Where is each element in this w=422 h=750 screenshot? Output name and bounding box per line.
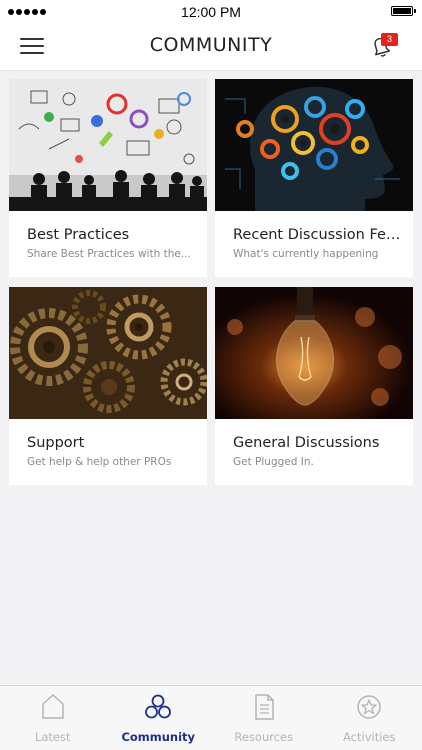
tab-label: Activities — [343, 730, 396, 744]
tab-label: Resources — [234, 730, 294, 744]
app-header: COMMUNITY 3 — [0, 24, 422, 71]
card-support[interactable]: Support Get help & help other PROs — [9, 287, 207, 485]
status-bar: 12:00 PM — [0, 0, 422, 24]
gears-image — [9, 287, 207, 419]
card-title: General Discussions — [233, 435, 380, 451]
card-title: Recent Discussion Fee... — [233, 227, 403, 243]
tab-latest[interactable]: Latest — [0, 686, 106, 750]
card-best-practices[interactable]: Best Practices Share Best Practices with… — [9, 79, 207, 277]
card-general-discussions[interactable]: General Discussions Get Plugged In. — [215, 287, 413, 485]
tab-activities[interactable]: Activities — [317, 686, 422, 750]
card-recent-discussion-feed[interactable]: Recent Discussion Fee... What's currentl… — [215, 79, 413, 277]
status-time: 12:00 PM — [181, 4, 241, 20]
notification-badge: 3 — [381, 33, 398, 46]
card-subtitle: Get help & help other PROs — [27, 456, 172, 468]
gear-head-image — [215, 79, 413, 211]
card-subtitle: Get Plugged In. — [233, 456, 314, 468]
notifications-button[interactable]: 3 — [366, 32, 398, 62]
light-bulb-image — [215, 287, 413, 419]
community-circles-icon — [145, 694, 172, 719]
card-subtitle: What's currently happening — [233, 248, 379, 260]
tab-label: Community — [121, 730, 196, 744]
home-icon — [42, 694, 64, 719]
tab-label: Latest — [34, 730, 71, 744]
card-subtitle: Share Best Practices with the... — [27, 248, 191, 260]
battery-icon — [391, 6, 416, 16]
tab-community[interactable]: Community — [106, 686, 212, 750]
meeting-ideas-doodle-image — [9, 79, 207, 211]
tab-resources[interactable]: Resources — [211, 686, 317, 750]
document-icon — [255, 694, 274, 720]
card-title: Best Practices — [27, 227, 130, 243]
bottom-tab-bar: Latest Community Resources Activities — [0, 685, 422, 750]
star-badge-icon — [357, 695, 381, 719]
card-title: Support — [27, 435, 85, 451]
page-title: COMMUNITY — [149, 34, 273, 56]
